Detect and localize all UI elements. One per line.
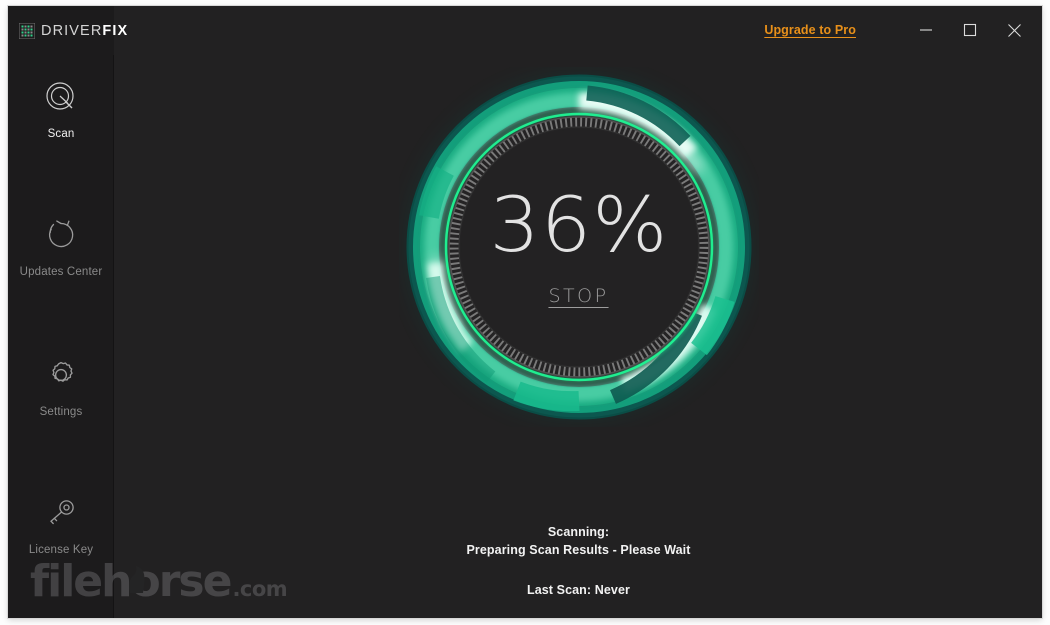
close-button[interactable]	[992, 10, 1036, 50]
pixel-grid-icon	[18, 22, 36, 39]
sidebar-item-label-scan: Scan	[47, 128, 75, 140]
upgrade-to-pro-link[interactable]: Upgrade to Pro	[764, 23, 856, 37]
app-title: DRIVERFIX	[41, 23, 128, 39]
app-title-light: DRIVER	[41, 22, 103, 39]
sidebar-item-license-key[interactable]: License Key	[8, 493, 114, 556]
driverfix-window: DRIVERFIX Upgrade to Pro Scan Updates Ce…	[8, 6, 1042, 618]
scan-status-detail: Preparing Scan Results - Please Wait	[466, 543, 691, 557]
scan-progress-ring: 36% STOP	[399, 67, 759, 427]
gear-icon	[41, 355, 81, 395]
stop-scan-button[interactable]: STOP	[548, 285, 608, 307]
app-root: DRIVERFIX Upgrade to Pro Scan Updates Ce…	[0, 0, 1050, 625]
sidebar-item-updates-center[interactable]: Updates Center	[8, 215, 114, 278]
sidebar-item-label-license-key: License Key	[28, 544, 94, 556]
scan-status-title: Scanning:	[547, 525, 610, 539]
minimize-button[interactable]	[904, 10, 948, 50]
app-title-bold: FIX	[102, 22, 129, 39]
scan-status-block: Scanning: Preparing Scan Results - Pleas…	[115, 525, 1042, 597]
scan-ring-graphic	[406, 74, 751, 420]
maximize-icon	[963, 23, 977, 37]
sidebar-item-label-updates-center: Updates Center	[19, 266, 103, 278]
last-scan-label: Last Scan: Never	[526, 583, 631, 597]
title-bar: DRIVERFIX Upgrade to Pro	[8, 6, 1042, 55]
main-content: 36% STOP Scanning: Preparing Scan Result…	[115, 55, 1042, 618]
minimize-icon	[920, 29, 932, 31]
scan-magnifier-icon	[41, 77, 81, 117]
refresh-circle-icon	[41, 215, 81, 255]
key-icon	[41, 493, 81, 533]
app-logo: DRIVERFIX	[8, 6, 127, 55]
sidebar-item-scan[interactable]: Scan	[8, 77, 114, 140]
sidebar-item-settings[interactable]: Settings	[8, 355, 114, 418]
sidebar-item-label-settings: Settings	[39, 406, 83, 418]
window-controls	[904, 10, 1036, 50]
maximize-button[interactable]	[948, 10, 992, 50]
close-icon	[1007, 23, 1021, 37]
sidebar: Scan Updates Center Settings License Key	[8, 55, 114, 618]
